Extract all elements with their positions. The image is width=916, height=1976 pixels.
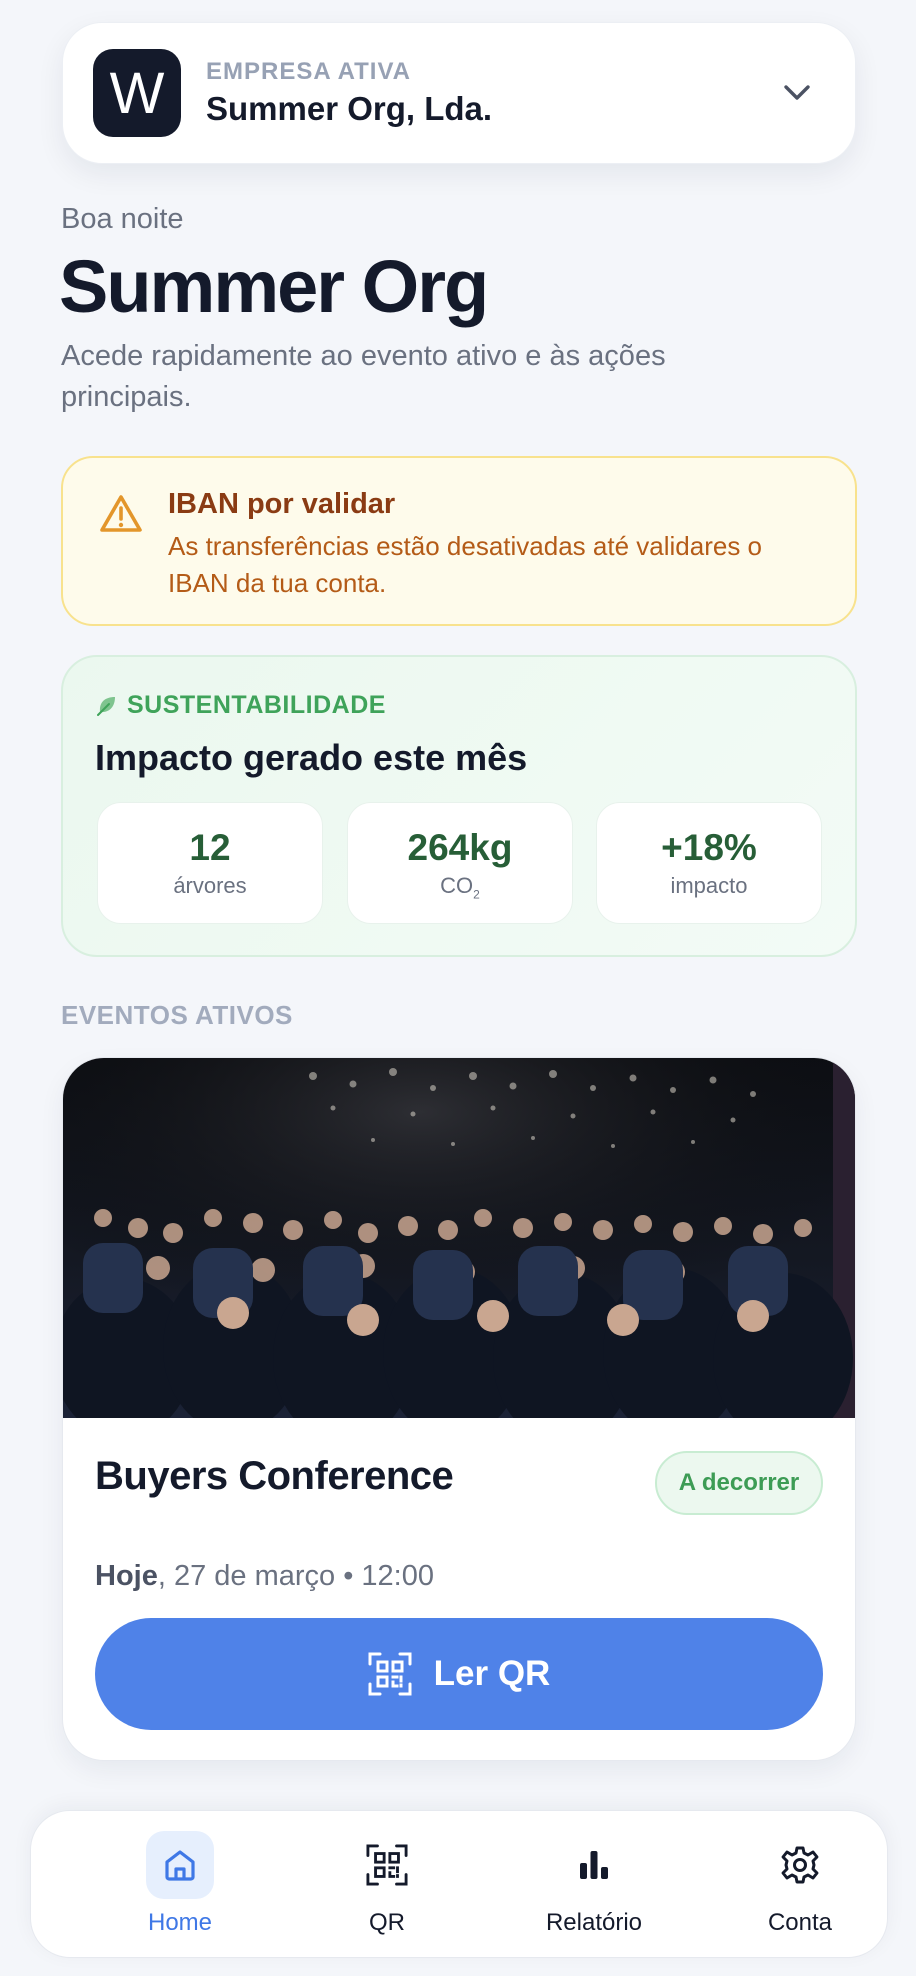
sustainability-title: Impacto gerado este mês <box>95 737 528 778</box>
home-screen: W EMPRESA ATIVA Summer Org, Lda. Boa noi… <box>0 0 916 1976</box>
company-name: Summer Org, Lda. <box>206 90 493 127</box>
sustainability-card: SUSTENTABILIDADE Impacto gerado este mês… <box>61 655 857 957</box>
stat-label-text: CO <box>440 873 474 898</box>
status-badge: A decorrer <box>655 1451 823 1515</box>
event-date-rest: , 27 de março • 12:00 <box>157 1560 434 1592</box>
nav-item-report[interactable]: Relatório <box>514 1831 674 1941</box>
bar-chart-icon <box>560 1831 628 1899</box>
qr-code-icon <box>353 1831 421 1899</box>
read-qr-label: Ler QR <box>433 1654 551 1693</box>
bottom-nav: Home QR Relatório Conta <box>30 1810 888 1958</box>
page-title: Summer Org <box>59 245 489 328</box>
gear-icon <box>766 1831 834 1899</box>
nav-item-home[interactable]: Home <box>100 1831 260 1941</box>
stat-value: 12 <box>189 827 231 868</box>
company-text: EMPRESA ATIVA Summer Org, Lda. <box>206 58 777 128</box>
sustainability-label: SUSTENTABILIDADE <box>95 691 386 720</box>
sustainability-label-text: SUSTENTABILIDADE <box>127 691 386 719</box>
nav-label: Home <box>147 1909 213 1936</box>
stat-value: 264kg <box>407 827 513 868</box>
event-card[interactable]: Buyers Conference A decorrer Hoje, 27 de… <box>62 1057 856 1761</box>
nav-label: Conta <box>767 1909 833 1936</box>
event-date: Hoje, 27 de março • 12:00 <box>95 1560 434 1593</box>
nav-item-qr[interactable]: QR <box>307 1831 467 1941</box>
stat-trees: 12 árvores <box>97 802 323 924</box>
nav-item-account[interactable]: Conta <box>720 1831 880 1941</box>
event-date-day: Hoje <box>95 1560 158 1592</box>
stat-label: árvores <box>173 873 247 898</box>
page-subtitle: Acede rapidamente ao evento ativo e às a… <box>61 340 666 413</box>
stat-value: +18% <box>661 827 757 868</box>
company-avatar: W <box>93 49 181 137</box>
nav-label: QR <box>369 1909 405 1936</box>
greeting-text: Boa noite <box>61 203 184 235</box>
event-photo <box>63 1058 855 1418</box>
event-title: Buyers Conference <box>95 1454 454 1498</box>
stat-label-subscript: 2 <box>473 887 480 902</box>
warning-body: As transferências estão desativadas até … <box>168 531 763 598</box>
company-selector[interactable]: W EMPRESA ATIVA Summer Org, Lda. <box>62 22 856 164</box>
leaf-icon <box>95 694 119 718</box>
iban-warning-banner[interactable]: IBAN por validar As transferências estão… <box>61 456 857 626</box>
chevron-down-icon[interactable] <box>777 73 817 113</box>
read-qr-button[interactable]: Ler QR <box>95 1618 823 1730</box>
warning-icon <box>99 494 143 534</box>
company-caption: EMPRESA ATIVA <box>206 58 412 85</box>
stat-co2: 264kg CO2 <box>347 802 573 924</box>
stat-impact: +18% impacto <box>596 802 822 924</box>
qr-scan-icon <box>368 1652 412 1696</box>
stat-label: impacto <box>670 873 748 898</box>
warning-title: IBAN por validar <box>168 488 396 520</box>
events-section-label: EVENTOS ATIVOS <box>61 1000 293 1030</box>
home-icon <box>146 1831 214 1899</box>
stat-label: CO2 <box>348 873 572 901</box>
nav-label: Relatório <box>545 1909 643 1936</box>
